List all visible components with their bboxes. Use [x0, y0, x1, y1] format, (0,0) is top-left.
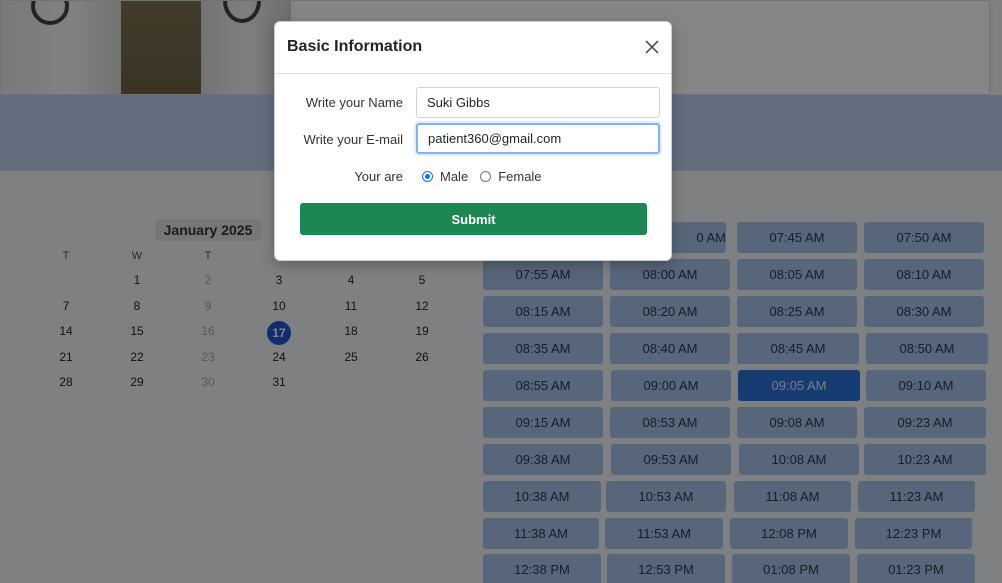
- male-label[interactable]: Male: [440, 169, 468, 184]
- male-radio[interactable]: [422, 171, 433, 182]
- gender-radio-group: Male Female: [422, 169, 554, 184]
- basic-information-modal: Basic Information Write your Name Write …: [274, 21, 672, 261]
- name-label: Write your Name: [305, 95, 403, 110]
- gender-label: Your are: [354, 169, 403, 184]
- modal-title: Basic Information: [287, 38, 423, 55]
- female-label[interactable]: Female: [498, 169, 541, 184]
- email-input[interactable]: [416, 123, 660, 154]
- name-input[interactable]: [416, 87, 660, 118]
- submit-button[interactable]: Submit: [300, 203, 647, 235]
- email-label: Write your E-mail: [303, 132, 403, 147]
- close-icon[interactable]: [643, 38, 661, 56]
- female-radio[interactable]: [480, 171, 492, 182]
- modal-header: Basic Information: [275, 22, 671, 74]
